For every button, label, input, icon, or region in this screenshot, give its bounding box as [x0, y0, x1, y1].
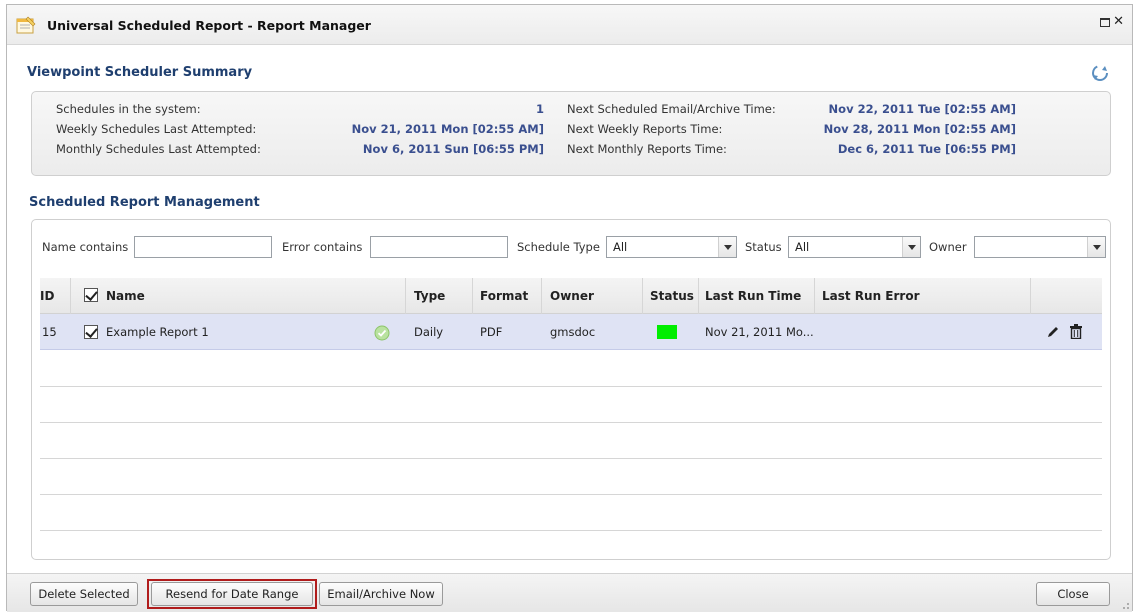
delete-trash-icon[interactable] [1070, 324, 1082, 339]
summary-heading: Viewpoint Scheduler Summary [27, 65, 253, 80]
name-filter-label: Name contains [42, 240, 129, 254]
close-icon[interactable]: ✕ [1113, 14, 1124, 29]
monthly-last-label: Monthly Schedules Last Attempted: [56, 142, 261, 156]
column-divider [814, 278, 815, 314]
refresh-icon[interactable] [1090, 63, 1110, 83]
column-owner[interactable]: Owner [550, 278, 594, 314]
row-type: Daily [414, 325, 444, 339]
column-name[interactable]: Name [106, 278, 145, 314]
window-title: Universal Scheduled Report - Report Mana… [47, 18, 371, 33]
empty-row [40, 387, 1102, 423]
row-format: PDF [480, 325, 503, 339]
report-manager-window: Universal Scheduled Report - Report Mana… [6, 4, 1133, 612]
report-management-panel: Name contains Error contains Schedule Ty… [31, 219, 1111, 560]
column-divider [541, 278, 542, 314]
row-last-run-time: Nov 21, 2011 Mo... [705, 325, 814, 339]
report-icon [16, 16, 36, 34]
close-button[interactable]: Close [1036, 582, 1110, 606]
status-filter-value: All [795, 240, 810, 254]
chevron-down-icon[interactable] [1087, 237, 1105, 257]
owner-filter-label: Owner [929, 240, 967, 254]
row-id: 15 [42, 325, 57, 339]
column-status[interactable]: Status [650, 278, 694, 314]
column-divider [70, 278, 71, 314]
column-id[interactable]: ID [40, 278, 54, 314]
schedule-type-label: Schedule Type [517, 240, 600, 254]
success-check-icon [374, 325, 390, 341]
column-type[interactable]: Type [414, 278, 445, 314]
delete-selected-button[interactable]: Delete Selected [30, 582, 138, 606]
resize-grip-icon[interactable] [1120, 600, 1130, 610]
chevron-down-icon[interactable] [718, 237, 736, 257]
name-filter-input[interactable] [134, 236, 272, 258]
row-name: Example Report 1 [106, 325, 209, 339]
empty-row [40, 495, 1102, 531]
empty-row [40, 351, 1102, 387]
column-divider [405, 278, 406, 314]
row-checkbox[interactable] [84, 325, 98, 339]
status-filter-select[interactable]: All [788, 236, 921, 258]
schedule-type-value: All [613, 240, 628, 254]
error-filter-input[interactable] [370, 236, 508, 258]
select-all-checkbox[interactable] [84, 288, 98, 302]
column-divider [642, 278, 643, 314]
next-weekly-label: Next Weekly Reports Time: [567, 122, 723, 136]
weekly-last-label: Weekly Schedules Last Attempted: [56, 122, 257, 136]
next-email-value: Nov 22, 2011 Tue [02:55 AM] [828, 102, 1016, 116]
weekly-last-value: Nov 21, 2011 Mon [02:55 AM] [351, 122, 544, 136]
empty-row [40, 423, 1102, 459]
email-archive-now-button[interactable]: Email/Archive Now [319, 582, 443, 606]
next-email-label: Next Scheduled Email/Archive Time: [567, 102, 776, 116]
scheduler-summary-panel: Schedules in the system: 1 Weekly Schedu… [31, 91, 1111, 176]
schedules-count-label: Schedules in the system: [56, 102, 201, 116]
schedules-count-value: 1 [535, 102, 544, 116]
column-divider [472, 278, 473, 314]
owner-filter-select[interactable] [974, 236, 1106, 258]
table-header: ID Name Type Format Owner Status Last Ru… [40, 278, 1102, 314]
chevron-down-icon[interactable] [902, 237, 920, 257]
column-last-run-error[interactable]: Last Run Error [822, 278, 920, 314]
column-last-run-time[interactable]: Last Run Time [705, 278, 801, 314]
column-divider [1030, 278, 1031, 314]
error-filter-label: Error contains [282, 240, 363, 254]
next-weekly-value: Nov 28, 2011 Mon [02:55 AM] [823, 122, 1016, 136]
monthly-last-value: Nov 6, 2011 Sun [06:55 PM] [362, 142, 544, 156]
status-indicator [657, 325, 677, 339]
table-row[interactable]: 15 Example Report 1 Daily PDF gmsdoc Nov… [40, 314, 1102, 350]
row-owner: gmsdoc [550, 325, 596, 339]
title-bar: Universal Scheduled Report - Report Mana… [7, 5, 1132, 45]
empty-row [40, 459, 1102, 495]
next-monthly-value: Dec 6, 2011 Tue [06:55 PM] [837, 142, 1016, 156]
next-monthly-label: Next Monthly Reports Time: [567, 142, 727, 156]
schedule-type-select[interactable]: All [606, 236, 737, 258]
column-divider [698, 278, 699, 314]
column-format[interactable]: Format [480, 278, 528, 314]
button-bar: Delete Selected Resend for Date Range Em… [7, 573, 1132, 612]
maximize-icon[interactable] [1100, 18, 1110, 27]
edit-pencil-icon[interactable] [1046, 325, 1060, 339]
management-heading: Scheduled Report Management [29, 195, 260, 210]
resend-date-range-button[interactable]: Resend for Date Range [151, 582, 313, 606]
status-filter-label: Status [745, 240, 782, 254]
